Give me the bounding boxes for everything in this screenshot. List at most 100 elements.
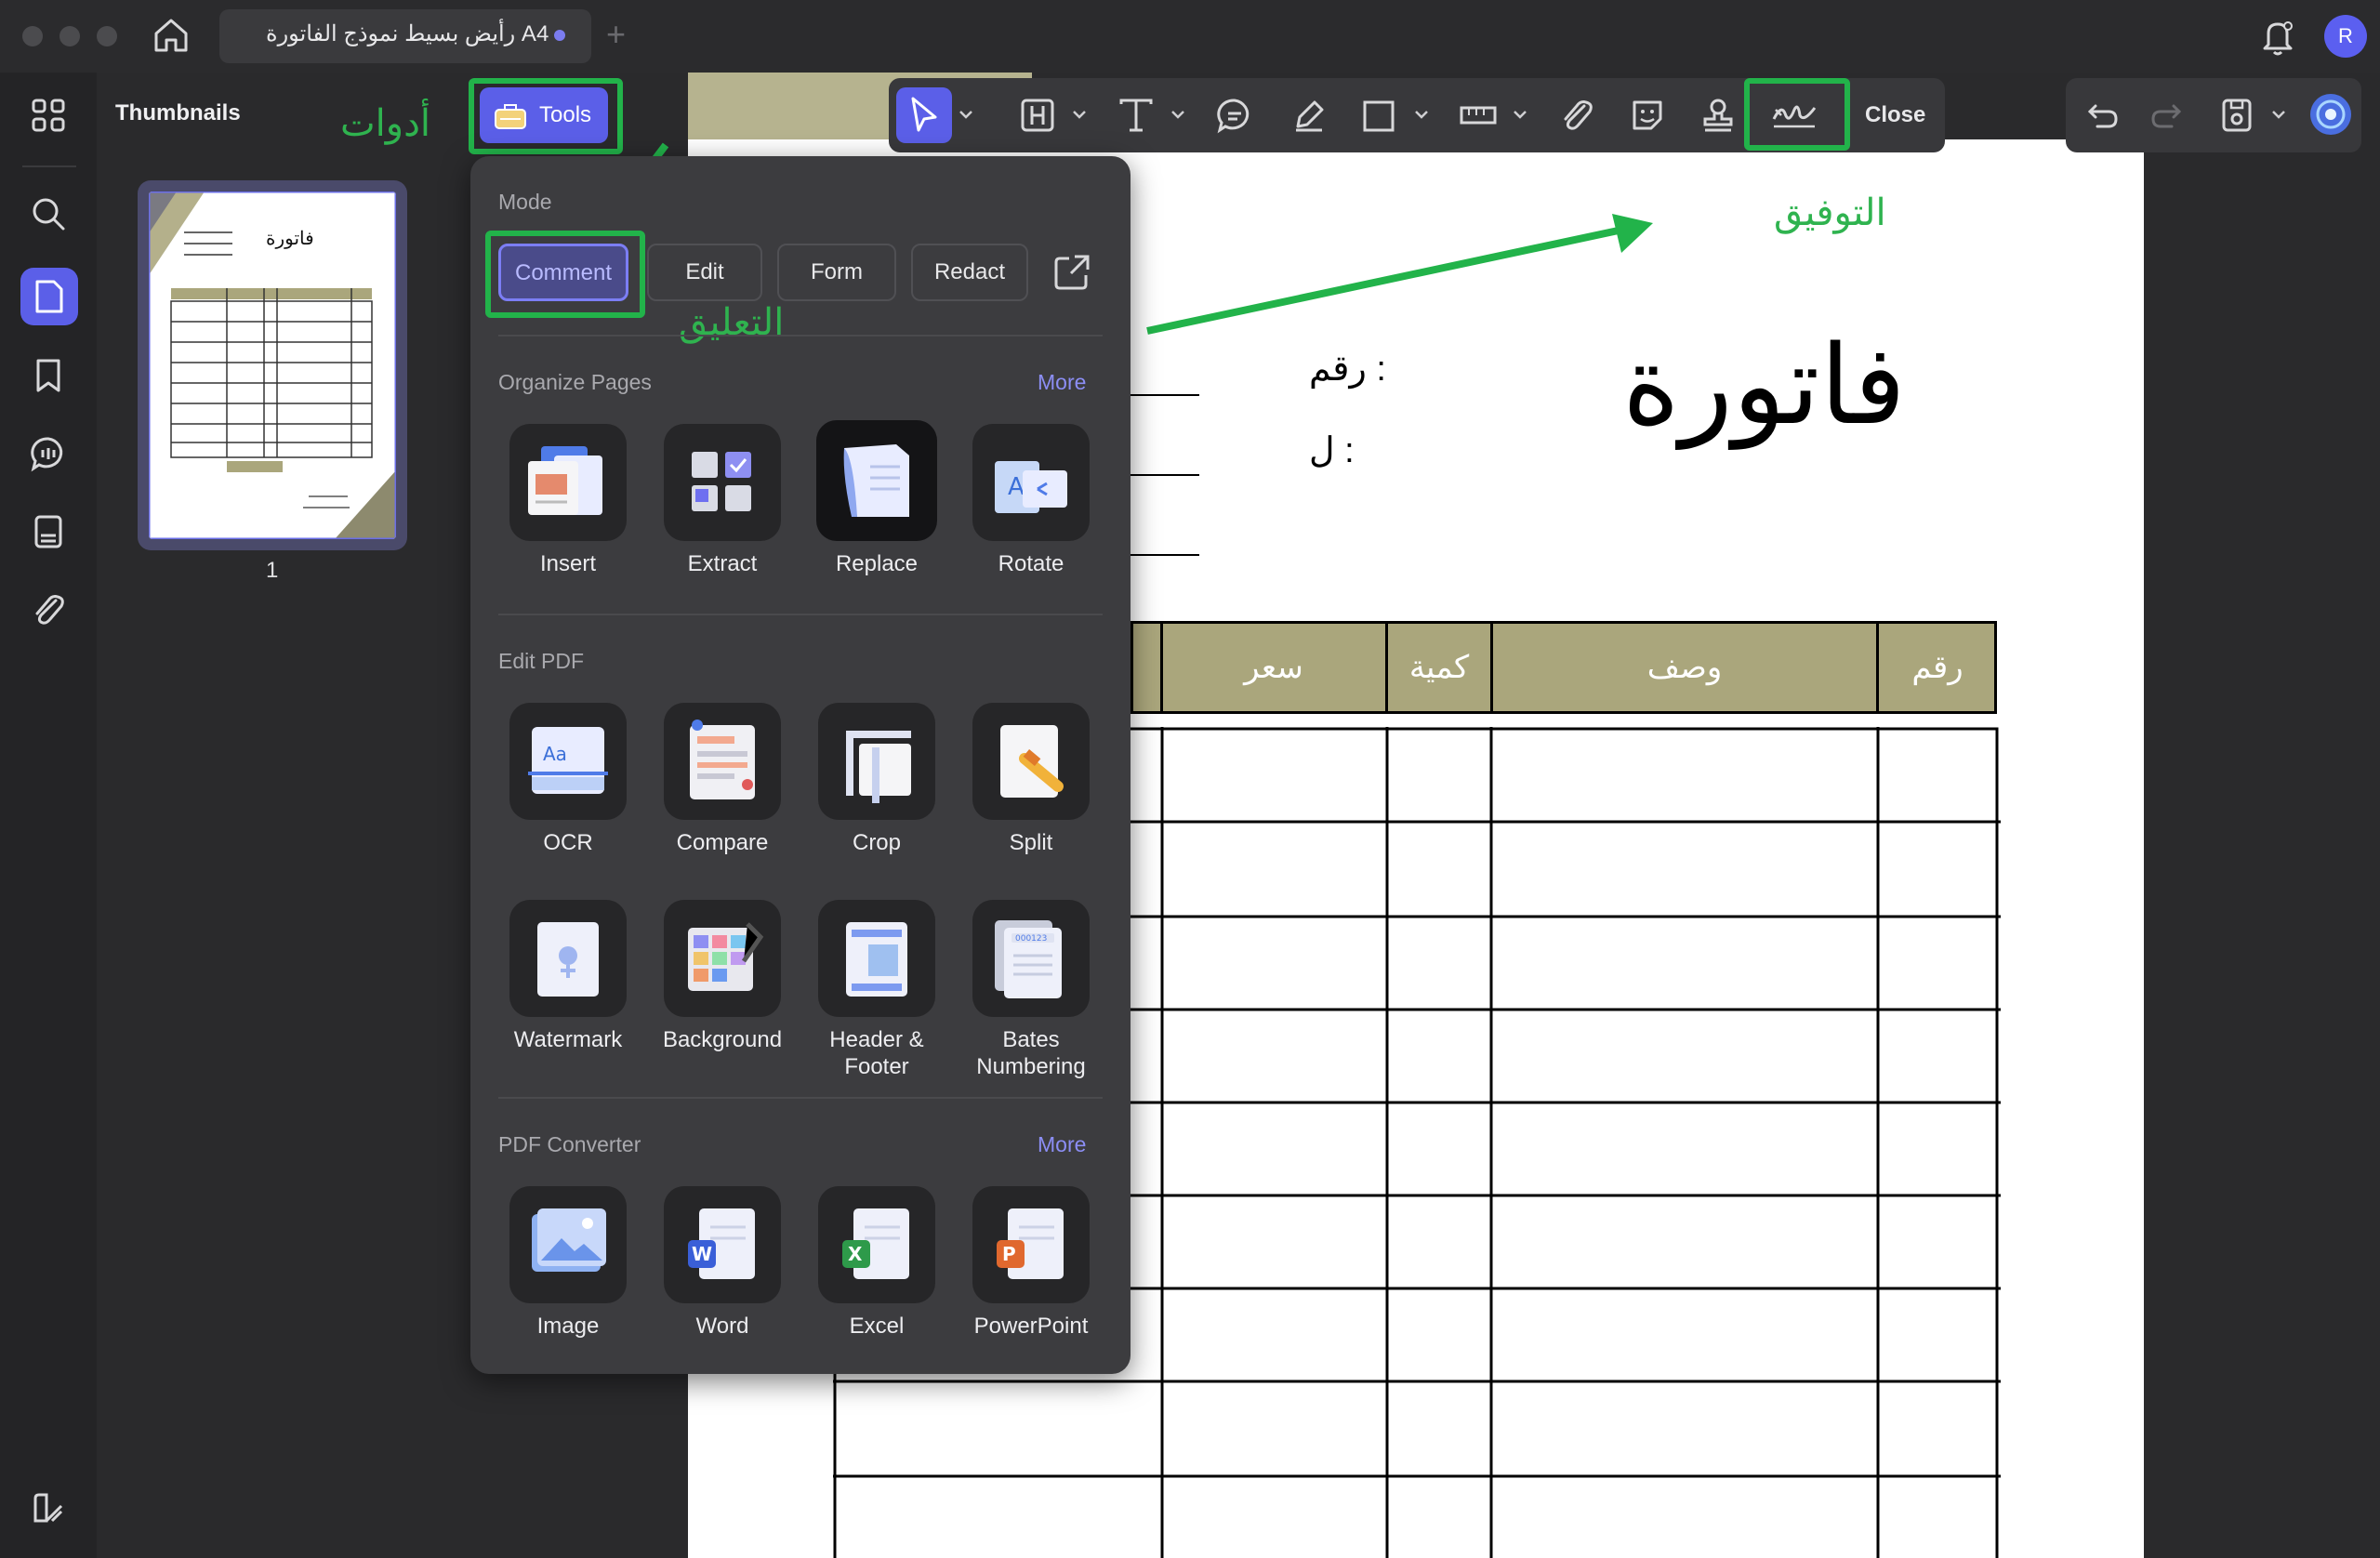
word-tile[interactable]: W <box>664 1186 781 1303</box>
open-external-icon[interactable] <box>1052 253 1091 292</box>
crop-tile[interactable] <box>818 703 935 820</box>
bell-icon[interactable] <box>2259 17 2296 58</box>
insert-icon <box>528 446 602 515</box>
save-icon[interactable] <box>2216 95 2257 136</box>
cursor-icon <box>906 95 943 136</box>
undo-icon[interactable] <box>2082 95 2123 136</box>
ocr-tile[interactable]: Aa <box>509 703 627 820</box>
ai-assistant-icon[interactable] <box>2307 91 2354 138</box>
powerpoint-icon: P <box>997 1208 1064 1279</box>
rotate-label: Rotate <box>998 551 1064 576</box>
sidebar-toggle-icon[interactable] <box>28 1487 69 1528</box>
page-icon <box>28 276 69 317</box>
compare-label: Compare <box>676 830 769 855</box>
mode-edit-button[interactable]: Edit <box>647 244 762 301</box>
converter-more-link[interactable]: More <box>1038 1132 1086 1157</box>
home-icon[interactable] <box>151 15 192 56</box>
zoom-window-button[interactable] <box>97 26 117 46</box>
extract-label: Extract <box>687 551 758 576</box>
edit-section-title: Edit PDF <box>498 649 585 673</box>
tools-annotation: أدوات <box>340 103 431 144</box>
mode-redact-button[interactable]: Redact <box>911 244 1028 301</box>
comment-highlight-box <box>485 231 645 318</box>
table-divider <box>1385 621 1388 714</box>
svg-text:000123: 000123 <box>1015 934 1047 944</box>
chevron-down-icon[interactable] <box>1071 104 1088 125</box>
svg-text:A: A <box>1008 473 1025 501</box>
organize-more-link[interactable]: More <box>1038 370 1086 395</box>
insert-label: Insert <box>539 551 597 576</box>
replace-tile[interactable] <box>816 420 937 541</box>
crop-icon <box>846 731 911 803</box>
mode-form-button[interactable]: Form <box>777 244 896 301</box>
extract-tile[interactable] <box>664 424 781 541</box>
header-footer-icon <box>846 922 907 997</box>
layers-icon[interactable] <box>28 511 69 552</box>
excel-label: Excel <box>849 1314 905 1339</box>
bookmark-icon[interactable] <box>28 355 69 396</box>
close-toolbar-button[interactable]: Close <box>1865 102 1925 128</box>
insert-tile[interactable] <box>509 424 627 541</box>
excel-tile[interactable]: X <box>818 1186 935 1303</box>
chevron-down-icon[interactable] <box>958 104 974 125</box>
sticker-tool-icon[interactable] <box>1627 95 1668 136</box>
signature-highlight-box <box>1744 78 1850 151</box>
replace-label: Replace <box>835 551 919 576</box>
excel-icon: X <box>842 1208 909 1279</box>
background-label: Background <box>662 1027 783 1052</box>
text-tool-icon[interactable] <box>1116 95 1157 136</box>
powerpoint-label: PowerPoint <box>973 1314 1089 1339</box>
ocr-label: OCR <box>543 830 593 855</box>
svg-text:W: W <box>692 1243 712 1265</box>
header-price: سعر <box>1244 650 1303 685</box>
chevron-down-icon[interactable] <box>1413 104 1430 125</box>
rotate-tile[interactable]: A <box>972 424 1090 541</box>
ocr-icon: Aa <box>528 727 608 794</box>
rotate-icon: A <box>995 461 1067 513</box>
chevron-down-icon[interactable] <box>2270 104 2287 125</box>
to-label: ل : <box>1309 431 1355 470</box>
search-icon[interactable] <box>28 193 69 234</box>
attachment-tool-icon[interactable] <box>1556 95 1597 136</box>
redo-icon[interactable] <box>2146 95 2187 136</box>
highlight-tool-icon[interactable] <box>1017 95 1058 136</box>
number-label: رقم : <box>1309 350 1386 389</box>
split-label: Split <box>1009 830 1053 855</box>
watermark-tile[interactable] <box>509 900 627 1017</box>
avatar[interactable]: R <box>2324 15 2367 58</box>
tab-title: رأيض بسيط نموذج الفاتورة A4 <box>266 21 549 46</box>
chevron-down-icon[interactable] <box>1512 104 1528 125</box>
svg-text:X: X <box>848 1243 863 1265</box>
annotation-arrow <box>1144 214 1664 344</box>
compare-tile[interactable] <box>664 703 781 820</box>
shape-tool-icon[interactable] <box>1359 95 1400 136</box>
crop-label: Crop <box>852 830 902 855</box>
measure-tool-icon[interactable] <box>1458 95 1499 136</box>
apps-grid-icon[interactable] <box>28 95 69 136</box>
comment-tool-icon[interactable] <box>1214 95 1255 136</box>
background-icon <box>688 922 764 991</box>
close-window-button[interactable] <box>22 26 43 46</box>
new-tab-button[interactable]: + <box>606 15 626 54</box>
pencil-tool-icon[interactable] <box>1289 95 1329 136</box>
minimize-window-button[interactable] <box>60 26 80 46</box>
rail-divider <box>22 165 76 167</box>
tools-highlight-box <box>469 78 623 154</box>
chevron-down-icon[interactable] <box>1170 104 1186 125</box>
popup-divider <box>498 614 1103 615</box>
attachment-icon[interactable] <box>28 589 69 630</box>
unsaved-dot <box>554 30 565 41</box>
split-tile[interactable] <box>972 703 1090 820</box>
thumbnail-title: فاتورة <box>266 229 314 249</box>
image-tile[interactable] <box>509 1186 627 1303</box>
bates-numbering-tile[interactable]: 000123 <box>972 900 1090 1017</box>
header-description: وصف <box>1646 650 1723 685</box>
background-tile[interactable] <box>664 900 781 1017</box>
table-divider <box>1490 621 1493 714</box>
powerpoint-tile[interactable]: P <box>972 1186 1090 1303</box>
stamp-tool-icon[interactable] <box>1698 95 1739 136</box>
document-title: فاتورة <box>1622 321 1906 449</box>
comments-icon[interactable] <box>28 433 69 474</box>
header-footer-tile[interactable] <box>818 900 935 1017</box>
image-label: Image <box>536 1314 600 1339</box>
